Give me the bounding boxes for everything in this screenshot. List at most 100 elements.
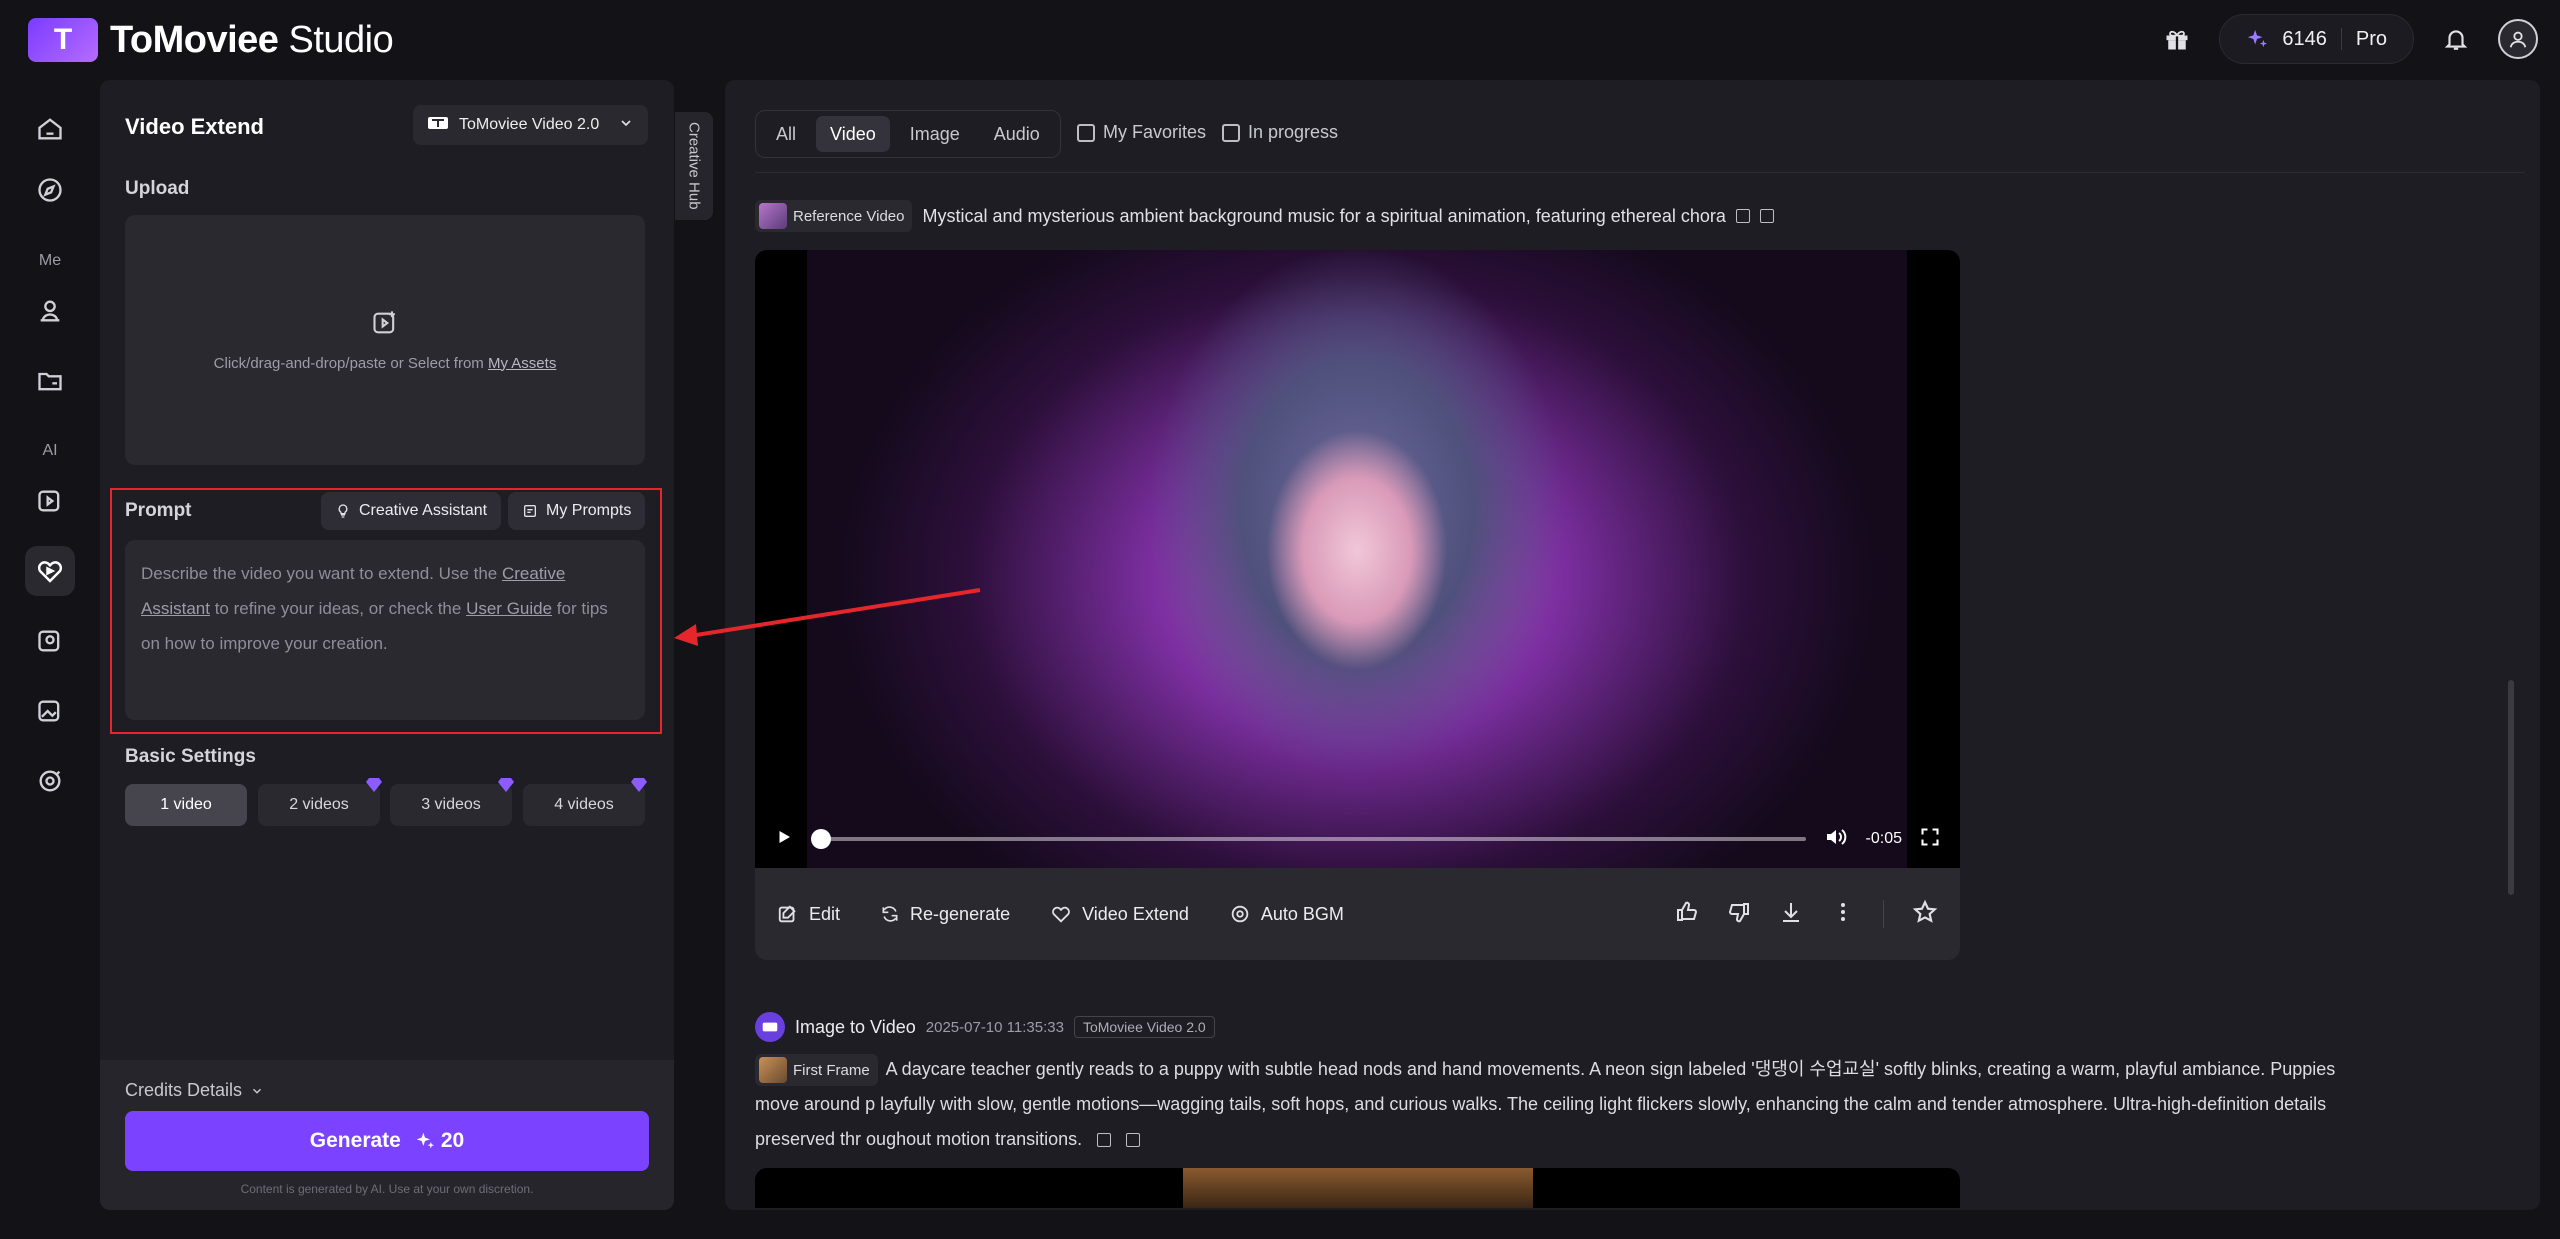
reference-thumbnail — [759, 203, 787, 229]
annotation-arrow — [674, 588, 981, 646]
item2-prompt-block: First Frame A daycare teacher gently rea… — [755, 1052, 2345, 1157]
video-player[interactable]: -0:05 — [755, 250, 1960, 868]
more-icon[interactable] — [1831, 900, 1855, 929]
user-guide-link[interactable]: User Guide — [466, 599, 552, 618]
progress-knob[interactable] — [811, 829, 831, 849]
nav-section-ai: AI — [42, 442, 58, 459]
tab-image[interactable]: Image — [896, 116, 974, 152]
video-controls: -0:05 — [755, 810, 1960, 868]
fullscreen-icon[interactable] — [1920, 827, 1940, 852]
creative-assistant-button[interactable]: Creative Assistant — [321, 492, 502, 530]
count-1-video[interactable]: 1 video — [125, 784, 247, 826]
reference-video-chip[interactable]: Reference Video — [755, 200, 913, 232]
scrollbar[interactable] — [2508, 680, 2514, 895]
upload-icon — [371, 309, 399, 341]
count-3-videos[interactable]: 3 videos — [390, 778, 514, 826]
plan-label: Pro — [2355, 27, 2387, 50]
nav-section-me: Me — [38, 252, 62, 269]
sparkle-icon — [416, 1132, 435, 1149]
copy-icon[interactable] — [1126, 1133, 1141, 1148]
audio-gen-icon[interactable] — [25, 756, 75, 806]
filter-tabs: All Video Image Audio — [755, 110, 1061, 158]
thumbs-down-icon[interactable] — [1727, 900, 1751, 929]
credits-count: 6146 — [2282, 27, 2327, 50]
home-icon[interactable] — [25, 104, 75, 154]
upload-dropzone[interactable]: Click/drag-and-drop/paste or Select from… — [125, 215, 645, 465]
tab-all[interactable]: All — [762, 116, 810, 152]
image-edit-icon[interactable] — [25, 686, 75, 736]
play-icon[interactable] — [775, 828, 793, 851]
gift-icon[interactable] — [2157, 19, 2197, 59]
save-prompt-icon[interactable] — [1735, 209, 1750, 223]
image-gen-icon[interactable] — [25, 616, 75, 666]
sparkle-icon — [2248, 29, 2268, 48]
credits-details-toggle[interactable]: Credits Details — [125, 1080, 264, 1101]
upload-label: Upload — [125, 178, 190, 199]
volume-icon[interactable] — [1824, 825, 1848, 854]
save-prompt-icon[interactable] — [1097, 1133, 1112, 1148]
item2-header: Image to Video 2025-07-10 11:35:33 ToMov… — [755, 1012, 1215, 1042]
logo-text: ToMoviee Studio — [110, 18, 394, 61]
item2-video-preview[interactable] — [755, 1168, 1960, 1208]
item2-timestamp: 2025-07-10 11:35:33 — [925, 1018, 1064, 1036]
edit-icon — [778, 905, 796, 923]
prompt-label: Prompt — [125, 500, 192, 521]
first-frame-chip[interactable]: First Frame — [755, 1054, 878, 1087]
edit-button[interactable]: Edit — [777, 903, 840, 925]
video-secondary-actions — [1675, 868, 1938, 960]
logo-icon: T — [28, 18, 98, 62]
thumbs-up-icon[interactable] — [1675, 900, 1699, 929]
gem-icon — [631, 778, 647, 792]
my-prompts-button[interactable]: My Prompts — [508, 492, 646, 530]
item1-header: Reference Video Mystical and mysterious … — [755, 200, 1774, 232]
tab-video[interactable]: Video — [816, 116, 890, 152]
explore-icon[interactable] — [25, 165, 75, 215]
creative-hub-tab[interactable]: Creative Hub — [675, 112, 713, 220]
folder-icon[interactable] — [25, 356, 75, 406]
time-remaining: -0:05 — [1865, 830, 1902, 847]
bell-icon[interactable] — [2436, 19, 2476, 59]
generate-button[interactable]: Generate 20 — [125, 1111, 649, 1171]
model-select-label: ToMoviee Video 2.0 — [459, 116, 600, 133]
refresh-icon — [882, 906, 898, 922]
profile-icon[interactable] — [25, 286, 75, 336]
prompt-textarea[interactable]: Describe the video you want to extend. U… — [125, 540, 645, 720]
lightbulb-icon — [338, 504, 348, 518]
video-progress-bar[interactable] — [811, 829, 1806, 849]
logo[interactable]: T ToMoviee Studio — [28, 18, 394, 62]
item2-type: Image to Video — [795, 1016, 916, 1037]
chevron-down-icon — [618, 115, 634, 136]
panel-title: Video Extend — [125, 114, 264, 139]
top-bar: T ToMoviee Studio 6146 Pro — [0, 0, 2560, 80]
left-nav: Me AI — [0, 90, 100, 1230]
video-extend-icon[interactable] — [25, 546, 75, 596]
user-icon — [2509, 31, 2527, 48]
count-4-videos[interactable]: 4 videos — [523, 778, 647, 826]
upload-hint: Click/drag-and-drop/paste or Select from… — [213, 354, 557, 372]
auto-bgm-button[interactable]: Auto BGM — [1229, 903, 1344, 925]
tab-audio[interactable]: Audio — [980, 116, 1054, 152]
video-extend-panel: Video Extend ToMoviee Video 2.0 Upload C… — [100, 80, 674, 1210]
avatar[interactable] — [2498, 19, 2538, 59]
download-icon[interactable] — [1779, 900, 1803, 929]
generate-cost: 20 — [440, 1129, 465, 1152]
document-icon — [524, 505, 536, 517]
video-extend-button[interactable]: Video Extend — [1050, 903, 1189, 925]
model-select[interactable]: ToMoviee Video 2.0 — [413, 105, 648, 145]
credits-pill[interactable]: 6146 Pro — [2219, 14, 2414, 64]
regenerate-button[interactable]: Re-generate — [880, 904, 1010, 925]
first-frame-thumbnail — [759, 1057, 787, 1084]
star-icon[interactable] — [1912, 899, 1938, 930]
music-icon — [1231, 905, 1249, 923]
count-2-videos[interactable]: 2 videos — [258, 778, 382, 826]
my-favorites-checkbox[interactable]: My Favorites — [1077, 122, 1206, 143]
divider — [755, 172, 2525, 173]
image-to-video-icon — [755, 1012, 785, 1042]
chevron-down-icon — [253, 1088, 262, 1094]
video-gen-icon[interactable] — [25, 476, 75, 526]
copy-icon[interactable] — [1759, 209, 1774, 223]
in-progress-checkbox[interactable]: In progress — [1222, 122, 1338, 143]
video-extend-icon — [1052, 906, 1070, 923]
my-assets-link[interactable]: My Assets — [488, 355, 556, 372]
item2-video-frame — [1183, 1168, 1533, 1208]
